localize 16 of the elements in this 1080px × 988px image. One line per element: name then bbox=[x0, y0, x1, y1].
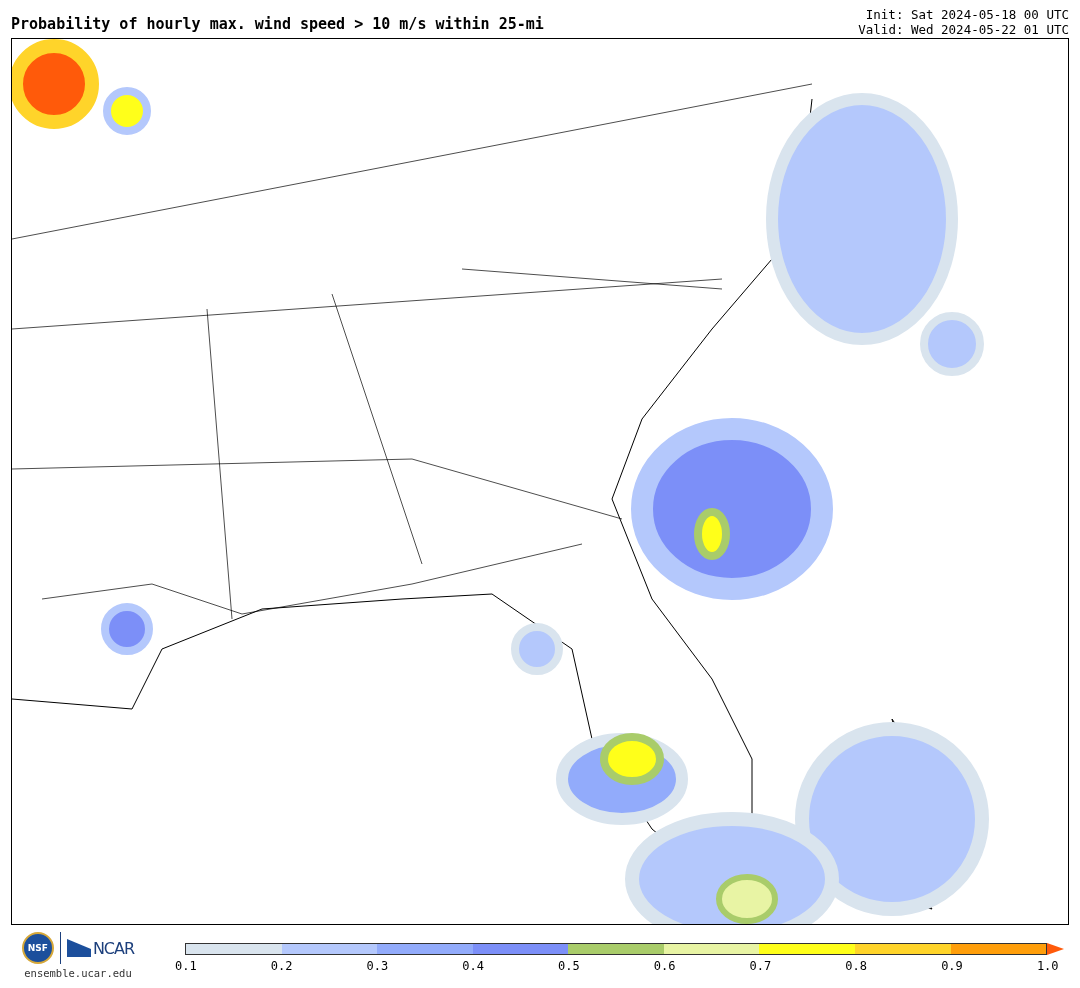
map-title: Probability of hourly max. wind speed > 10 m/s within 25-mi bbox=[11, 15, 544, 33]
tick-label: 1.0 bbox=[1036, 959, 1057, 973]
tick-label: 0.9 bbox=[941, 959, 962, 973]
tick-label: 0.2 bbox=[270, 959, 291, 973]
tick-label: 0.8 bbox=[845, 959, 866, 973]
tick-label: 0.7 bbox=[749, 959, 770, 973]
ncar-logo: NCAR bbox=[66, 938, 135, 958]
nsf-logo: NSF bbox=[21, 932, 54, 964]
valid-time: Valid: Wed 2024-05-22 01 UTC bbox=[858, 22, 1069, 37]
site-url: ensemble.ucar.edu bbox=[24, 967, 132, 979]
tick-label: 0.6 bbox=[653, 959, 674, 973]
tick-label: 0.5 bbox=[558, 959, 579, 973]
tick-label: 0.3 bbox=[366, 959, 387, 973]
init-time: Init: Sat 2024-05-18 00 UTC bbox=[864, 7, 1069, 22]
tick-label: 0.1 bbox=[175, 959, 195, 973]
tick-label: 0.4 bbox=[462, 959, 483, 973]
